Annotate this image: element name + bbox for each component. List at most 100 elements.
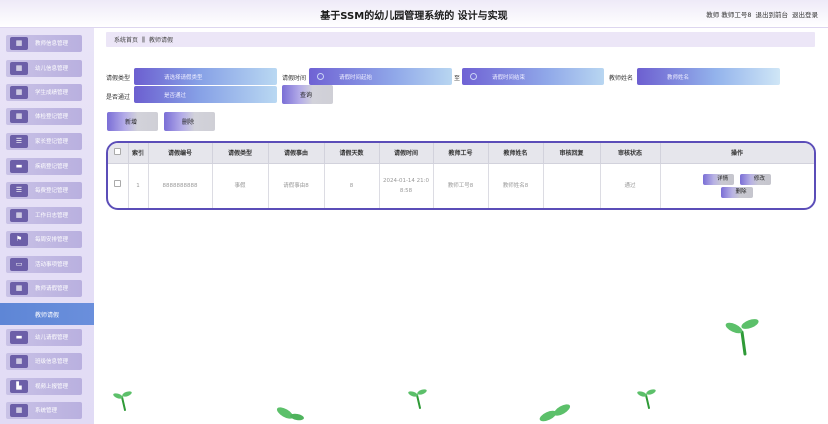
col-header: 请假编号: [148, 143, 213, 164]
sidebar-item-checkup[interactable]: ▦ 体检登记管理: [6, 108, 82, 125]
clock-icon: [470, 73, 477, 80]
add-button[interactable]: 新增: [107, 112, 158, 131]
list-icon: ☰: [10, 135, 28, 148]
sidebar-item-label: 幼儿信息管理: [35, 66, 69, 72]
teacher-name-placeholder: 教师姓名: [667, 74, 690, 81]
pass-label: 是否通过: [106, 94, 131, 101]
col-header: 请假天数: [324, 143, 380, 164]
cell-actions: 详情 修改 删除: [660, 163, 814, 208]
select-all-checkbox-cell[interactable]: [108, 143, 129, 164]
cell-status: 通过: [600, 163, 661, 208]
table-row: 1 8888888888 事假 请假事由8 8 2024-01-14 21:0 …: [108, 163, 814, 208]
sidebar-subitem-teacher-leave-active[interactable]: 教师请假: [0, 303, 94, 325]
sidebar-item-grades[interactable]: ▦ 学生成绩管理: [6, 84, 82, 101]
select-all-checkbox[interactable]: [114, 148, 122, 156]
cell-index: 1: [128, 163, 149, 208]
list-icon: ☰: [10, 184, 28, 197]
sidebar-item-label: 每费登记管理: [35, 188, 69, 194]
detail-button[interactable]: 详情: [703, 173, 735, 185]
cell-time-line2: 8:58: [399, 187, 413, 194]
col-header: 请假时间: [379, 143, 434, 164]
user-area: 教师 教师工号8 退出到前台 退出登录: [706, 9, 818, 19]
sidebar-item-label: 视频上报管理: [35, 384, 69, 390]
breadcrumb-current: 教师请假: [148, 37, 173, 44]
sprout-icon: [113, 391, 132, 411]
user-label: 教师 教师工号8: [706, 11, 752, 19]
col-header: 审核状态: [600, 143, 661, 164]
sidebar-item-child-leave[interactable]: ▬ 幼儿请假管理: [6, 329, 82, 346]
table-header-row: 索引 请假编号 请假类型 请假事由 请假天数 请假时间 教师工号 教师姓名 审核…: [108, 143, 814, 164]
breadcrumb-separator: ǁ: [142, 36, 145, 43]
clock-icon: [317, 73, 324, 80]
sidebar-item-label: 体检登记管理: [35, 114, 69, 120]
leave-time-start-input[interactable]: 请假时间起始: [309, 68, 452, 85]
teacher-name-input[interactable]: 教师姓名: [637, 68, 780, 85]
breadcrumb-home[interactable]: 系统首页: [114, 35, 138, 44]
sidebar-item-illness[interactable]: ▬ 疾病登记管理: [6, 158, 82, 175]
sidebar-item-parents[interactable]: ☰ 家长登记管理: [6, 133, 82, 150]
sprout-icon: [408, 389, 427, 409]
delete-button[interactable]: 删除: [164, 112, 215, 131]
chat-icon: ▬: [10, 331, 28, 344]
cell-time-line1: 2024-01-14 21:0: [382, 177, 430, 184]
sidebar-item-teacher-leave[interactable]: ▦ 教师请假管理: [6, 280, 82, 297]
grid-icon: ▦: [10, 110, 28, 123]
grid-icon: ▦: [10, 209, 28, 222]
delete-button-label: 删除: [182, 119, 195, 126]
sidebar-item-label: 工作日志管理: [35, 213, 69, 219]
sidebar-item-teacher-info[interactable]: ▦ 教师信息管理: [6, 35, 82, 52]
col-header: 教师姓名: [488, 143, 544, 164]
col-header: 请假事由: [268, 143, 325, 164]
sidebar-item-video-report[interactable]: ▙ 视频上报管理: [6, 378, 82, 395]
leave-time-end-input[interactable]: 请假时间结束: [462, 68, 604, 85]
grid-icon: ▦: [10, 282, 28, 295]
sidebar-item-label: 活动事项管理: [35, 262, 69, 268]
grid-icon: ▦: [10, 62, 28, 75]
sidebar-item-fees[interactable]: ☰ 每费登记管理: [6, 182, 82, 199]
sidebar-item-label: 幼儿请假管理: [35, 335, 69, 341]
sidebar-item-label: 学生成绩管理: [35, 90, 69, 96]
monitor-icon: ▭: [10, 258, 28, 271]
pass-placeholder: 是否通过: [164, 92, 187, 99]
leave-type-select[interactable]: 请选择请假类型: [134, 68, 277, 85]
grid-icon: ▦: [10, 404, 28, 417]
col-header: 请假类型: [212, 143, 269, 164]
col-header: 审核回复: [543, 143, 601, 164]
sidebar-item-child-info[interactable]: ▦ 幼儿信息管理: [6, 60, 82, 77]
row-checkbox-cell[interactable]: [108, 163, 129, 208]
logout-link[interactable]: 退出登录: [792, 9, 818, 19]
cell-teacher-no: 教师工号8: [433, 163, 489, 208]
chat-icon: ▬: [10, 160, 28, 173]
col-header: 操作: [660, 143, 814, 164]
cell-leave-no: 8888888888: [148, 163, 213, 208]
sprout-icon: [539, 404, 571, 422]
flag-icon: ⚑: [10, 233, 28, 246]
breadcrumb: 系统首页 ǁ 教师请假: [106, 32, 815, 47]
goto-front-link[interactable]: 退出到前台: [756, 9, 789, 19]
teacher-name-label: 教师姓名: [609, 75, 634, 82]
sidebar-item-class-info[interactable]: ▦ 班级信息管理: [6, 353, 82, 370]
row-checkbox[interactable]: [114, 180, 122, 188]
grid-icon: ▦: [10, 355, 28, 368]
sidebar-item-activities[interactable]: ▭ 活动事项管理: [6, 256, 82, 273]
sprout-icon: [637, 389, 656, 409]
cell-leave-type: 事假: [212, 163, 269, 208]
row-delete-button[interactable]: 删除: [721, 186, 753, 198]
sidebar-item-label: 教师信息管理: [35, 41, 69, 47]
query-button[interactable]: 查询: [282, 85, 333, 104]
start-placeholder: 请假时间起始: [339, 74, 373, 81]
query-button-label: 查询: [300, 92, 313, 99]
sidebar-item-label: 班级信息管理: [35, 359, 69, 365]
leave-table: 索引 请假编号 请假类型 请假事由 请假天数 请假时间 教师工号 教师姓名 审核…: [106, 141, 816, 210]
chart-icon: ▙: [10, 380, 28, 393]
sidebar-item-weekly[interactable]: ⚑ 每周安排管理: [6, 231, 82, 248]
sidebar-item-label: 家长登记管理: [35, 139, 69, 145]
sidebar: ▦ 教师信息管理 ▦ 幼儿信息管理 ▦ 学生成绩管理 ▦ 体检登记管理 ☰ 家长…: [0, 28, 94, 424]
sprout-icon: [725, 319, 759, 356]
pass-select[interactable]: 是否通过: [134, 86, 277, 103]
sidebar-item-worklog[interactable]: ▦ 工作日志管理: [6, 207, 82, 224]
edit-button[interactable]: 修改: [739, 173, 771, 185]
add-button-label: 新增: [125, 119, 138, 126]
sidebar-item-label: 系统管理: [35, 408, 58, 414]
sidebar-item-system[interactable]: ▦ 系统管理: [6, 402, 82, 419]
